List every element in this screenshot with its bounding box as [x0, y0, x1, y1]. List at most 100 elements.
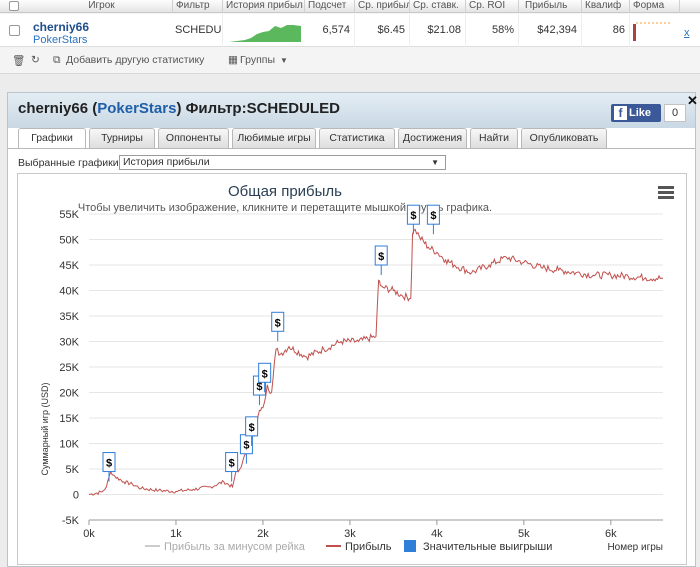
profit-chart[interactable]: Общая прибыль Чтобы увеличить изображени…	[18, 174, 686, 564]
y-tick-label: 25K	[59, 362, 79, 374]
panel-player-name: cherniy66	[18, 100, 89, 117]
col-avg-stake[interactable]: Ср. ставк.	[410, 0, 466, 13]
dollar-icon: $	[275, 317, 281, 329]
cell-form-chart	[632, 20, 672, 42]
refresh-icon[interactable]: ↻	[31, 54, 40, 66]
x-tick-label: 2k	[257, 528, 269, 540]
tab-favorite-games[interactable]: Любимые игры	[232, 128, 316, 148]
tab-achievements[interactable]: Достижения	[398, 128, 467, 148]
x-tick-label: 0k	[83, 528, 95, 540]
cell-profit-sparkline	[229, 22, 301, 42]
y-tick-label: 30K	[59, 337, 79, 349]
chevron-down-icon[interactable]: ▼	[280, 56, 288, 65]
y-tick-label: 35K	[59, 311, 79, 323]
legend-big-wins-label[interactable]: Значительные выигрыши	[423, 541, 552, 553]
dollar-icon: $	[249, 422, 255, 434]
y-tick-label: 15K	[59, 413, 79, 425]
groups-dropdown[interactable]: Группы	[240, 54, 275, 66]
close-icon[interactable]: ✕	[687, 93, 698, 109]
y-axis-label: Суммарный игр (USD)	[40, 382, 50, 475]
selected-charts-label: Выбранные графики:	[18, 157, 122, 169]
add-stats-icon: ⧉	[53, 54, 61, 66]
y-tick-labels: -5K 0 5K 10K 15K 20K 25K 30K 35K 40K 45K 50K 55K	[59, 209, 79, 527]
tab-opponents[interactable]: Оппоненты	[158, 128, 229, 148]
cell-avg-roi: 58%	[466, 14, 519, 47]
dollar-icon: $	[106, 458, 112, 470]
form-sparkline	[633, 22, 670, 41]
y-tick-label: 5K	[66, 464, 80, 476]
panel-filter-label: Фильтр:SCHEDULED	[185, 100, 340, 117]
tab-charts[interactable]: Графики	[18, 128, 86, 149]
y-tick-label: 0	[73, 490, 79, 502]
legend-rake-label[interactable]: Прибыль за минусом рейка	[164, 541, 306, 553]
chart-container[interactable]: Общая прибыль Чтобы увеличить изображени…	[17, 173, 687, 565]
x-tick-label: 5k	[518, 528, 530, 540]
tab-tournaments[interactable]: Турниры	[89, 128, 155, 148]
dollar-icon: $	[410, 210, 416, 222]
dollar-icon: $	[229, 458, 235, 470]
dollar-icon: $	[256, 381, 262, 393]
cell-profit: $42,394	[519, 14, 582, 47]
table-header: Игрок Фильтр История прибыл Подсчет Ср. …	[0, 0, 700, 13]
cell-avg-profit: $6.45	[355, 14, 410, 47]
stats-table: Игрок Фильтр История прибыл Подсчет Ср. …	[0, 0, 700, 74]
y-tick-label: 40K	[59, 286, 79, 298]
col-filter[interactable]: Фильтр	[173, 0, 223, 13]
cell-count: 6,574	[305, 14, 355, 47]
dollar-icon: $	[378, 251, 384, 263]
legend-big-wins-swatch	[404, 540, 416, 552]
col-profit[interactable]: Прибыль	[519, 0, 582, 13]
panel-site-link[interactable]: PokerStars	[97, 100, 176, 117]
x-tick-label: 4k	[431, 528, 443, 540]
tab-statistics[interactable]: Статистика	[319, 128, 395, 148]
chart-select[interactable]: История прибыли ▼	[119, 155, 446, 170]
select-all-checkbox[interactable]	[9, 1, 19, 11]
series-lines	[88, 228, 664, 496]
col-player[interactable]: Игрок	[28, 0, 173, 13]
col-avg-roi[interactable]: Ср. ROI	[466, 0, 519, 13]
x-tick-label: 3k	[344, 528, 356, 540]
profit-series-line	[88, 228, 664, 496]
x-tick-label: 6k	[605, 528, 617, 540]
cell-avg-stake: $21.08	[410, 14, 466, 47]
tab-publish[interactable]: Опубликовать	[521, 128, 607, 148]
col-avg-profit[interactable]: Ср. прибыль	[355, 0, 410, 13]
y-tick-label: 10K	[59, 439, 79, 451]
player-panel: cherniy66 (PokerStars) Фильтр:SCHEDULED …	[7, 92, 698, 567]
panel-title: cherniy66 (PokerStars) Фильтр:SCHEDULED	[18, 100, 340, 117]
groups-icon: ▦	[228, 54, 238, 66]
chevron-down-icon: ▼	[431, 158, 439, 167]
facebook-like-label: Like	[629, 107, 652, 119]
col-qualif[interactable]: Квалиф	[582, 0, 630, 13]
dollar-icon: $	[243, 440, 249, 452]
y-tick-label: -5K	[62, 515, 80, 527]
x-tick-labels: 0k 1k 2k 3k 4k 5k 6k	[83, 528, 617, 540]
cell-filter: SCHEDUL	[173, 14, 223, 47]
remove-row-button[interactable]: x	[684, 27, 690, 39]
dollar-icon: $	[262, 368, 268, 380]
sparkline-chart	[229, 25, 301, 42]
col-form[interactable]: Форма	[630, 0, 680, 13]
tab-search[interactable]: Найти	[470, 128, 518, 148]
add-stats-link[interactable]: Добавить другую статистику	[66, 54, 204, 66]
player-site-link[interactable]: PokerStars	[33, 34, 87, 46]
legend-profit-label[interactable]: Прибыль	[345, 541, 392, 553]
menu-icon[interactable]	[658, 186, 674, 199]
row-checkbox[interactable]	[9, 25, 20, 36]
x-tick-label: 1k	[170, 528, 182, 540]
y-tick-label: 55K	[59, 209, 79, 221]
col-profit-history[interactable]: История прибыл	[223, 0, 305, 13]
y-tick-label: 50K	[59, 235, 79, 247]
cell-qualif: 86	[582, 14, 630, 47]
trash-icon[interactable]: 🗑	[12, 54, 25, 67]
facebook-like-count: 0	[664, 104, 686, 122]
panel-close-paren: )	[176, 100, 182, 117]
facebook-like-button[interactable]: f Like	[611, 104, 661, 122]
tabs-divider	[8, 148, 695, 149]
chart-title: Общая прибыль	[228, 183, 342, 200]
panel-header: cherniy66 (PokerStars) Фильтр:SCHEDULED …	[8, 93, 695, 128]
col-count[interactable]: Подсчет	[305, 0, 355, 13]
player-name-link[interactable]: cherniy66	[33, 20, 89, 34]
x-axis-label: Номер игры	[607, 542, 663, 553]
dollar-icon: $	[430, 210, 436, 222]
